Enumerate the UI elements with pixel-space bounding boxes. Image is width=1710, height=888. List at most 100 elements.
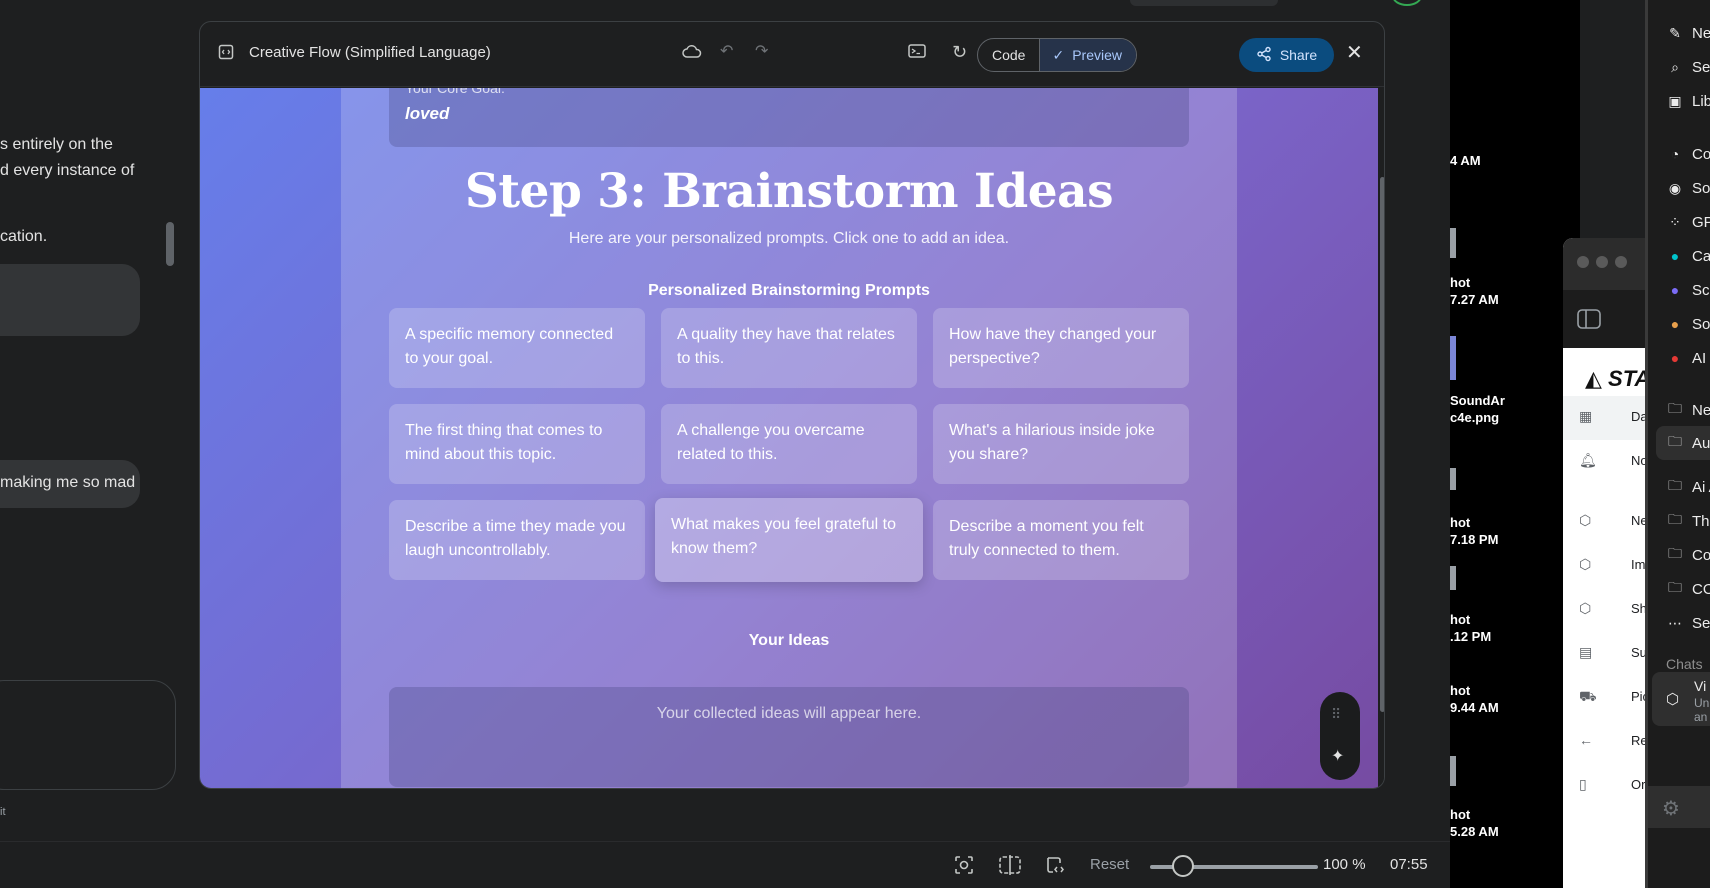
canvas-window: Creative Flow (Simplified Language) ↶ ↷ … <box>199 21 1385 789</box>
redo-icon[interactable]: ↷ <box>755 42 768 62</box>
settings-area: ⚙ <box>1648 786 1710 828</box>
sidebar-item-project[interactable]: 🗀︎ Coo <box>1666 545 1710 565</box>
desktop-file-thumbnail[interactable] <box>1450 468 1456 490</box>
code-tab-button[interactable]: Code <box>978 39 1039 71</box>
sidebar-item-gpt[interactable]: ● Scri <box>1666 280 1710 300</box>
sidebar-item-label: New <box>1692 24 1710 42</box>
close-icon[interactable]: ✕ <box>1346 43 1363 63</box>
sidebar-item-gpt[interactable]: ● AI H <box>1666 348 1710 368</box>
clipboard-icon: ▯ <box>1579 776 1587 792</box>
zoom-slider-handle[interactable] <box>1172 855 1194 877</box>
window-close-button[interactable] <box>1577 256 1589 268</box>
chat-panel: s entirely on the d every instance of ca… <box>0 0 200 840</box>
project-chat-icon: ⬡ <box>1666 691 1680 708</box>
sidebar-item-label: New <box>1692 401 1710 419</box>
prompt-card[interactable]: A specific memory connected to your goal… <box>389 308 645 388</box>
sidebar-item-label: See <box>1692 614 1710 632</box>
window-minimize-button[interactable] <box>1596 256 1608 268</box>
refresh-icon[interactable]: ↻ <box>952 42 967 62</box>
app-icon: ● <box>1670 282 1680 298</box>
cloud-save-icon[interactable] <box>682 44 702 66</box>
sparkle-edit-icon[interactable]: ✦ <box>1331 746 1344 766</box>
sidebar-item-label: Cod <box>1692 145 1710 163</box>
prompt-card[interactable]: A challenge you overcame related to this… <box>661 404 917 484</box>
prompt-card[interactable]: How have they changed your perspective? <box>933 308 1189 388</box>
preview-tab-label: Preview <box>1072 47 1122 63</box>
desktop-file-thumbnail[interactable] <box>1450 756 1456 786</box>
sidebar-item-new-project[interactable]: 🗀︎ New <box>1666 400 1710 420</box>
sidebar-item-search[interactable]: ⌕ Sea <box>1666 57 1710 77</box>
folder-icon: 🗀︎ <box>1668 477 1682 493</box>
chat-scrollbar[interactable] <box>166 222 174 266</box>
sidebar-item-project[interactable]: 🗀︎ Ai A <box>1666 477 1710 497</box>
bottom-toolbar: Reset 100 % 07:55 <box>0 841 1450 888</box>
drag-handle-icon[interactable]: ⠿ <box>1331 706 1341 723</box>
chat-text-line: s entirely on the <box>0 136 113 153</box>
sidebar-item-gpt[interactable]: ● Can <box>1666 246 1710 266</box>
split-view-icon[interactable] <box>998 854 1022 881</box>
sidebar-item-see-more[interactable]: ⋯ See <box>1666 613 1710 633</box>
sidebar-item-label: GPT <box>1692 213 1710 231</box>
share-label: Share <box>1279 47 1318 63</box>
folder-icon: 🗀︎ <box>1668 545 1682 561</box>
code-select-icon[interactable] <box>1044 854 1066 881</box>
code-block-icon <box>218 44 234 66</box>
sora-icon: ◉ <box>1668 179 1682 196</box>
prompt-card[interactable]: What's a hilarious inside joke you share… <box>933 404 1189 484</box>
sidebar-item-sora[interactable]: ◉ Sor <box>1666 178 1710 198</box>
console-icon[interactable] <box>908 43 926 65</box>
sidebar-item-project[interactable]: 🗀︎ The <box>1666 511 1710 531</box>
box-icon: ⬡ <box>1579 556 1592 572</box>
preview-tab-button[interactable]: ✓ Preview <box>1039 39 1136 71</box>
store-icon: ▤ <box>1579 644 1593 660</box>
prompt-card[interactable]: Describe a time they made you laugh unco… <box>389 500 645 580</box>
sidebar-toggle-icon[interactable] <box>1577 309 1601 334</box>
desktop-file-thumbnail[interactable] <box>1450 228 1456 258</box>
box-icon: ⬡ <box>1579 512 1592 528</box>
folder-icon: 🗀︎ <box>1668 433 1682 449</box>
sidebar-item-project[interactable]: 🗀︎ CO <box>1666 579 1710 599</box>
user-message-bubble: making me so mad <box>0 460 140 508</box>
sidebar-item-label: Scri <box>1692 281 1710 299</box>
sidebar-item-gpt[interactable]: ● Son <box>1666 314 1710 334</box>
sidebar-item-gpts[interactable]: ⁘ GPT <box>1666 212 1710 232</box>
desktop-file-label: hot <box>1450 807 1471 822</box>
user-message-text: making me so mad <box>0 474 136 491</box>
desktop-file-label: 4 AM <box>1450 153 1481 168</box>
share-button[interactable]: Share <box>1239 38 1334 72</box>
chat-text-line: cation. <box>0 228 48 245</box>
sidebar-item-label: The <box>1692 512 1710 530</box>
sidebar-item-library[interactable]: ▣ Lib <box>1666 91 1710 111</box>
folder-icon: 🗀︎ <box>1668 511 1682 527</box>
reset-zoom-button[interactable]: Reset <box>1090 856 1129 873</box>
gear-icon[interactable]: ⚙ <box>1662 796 1680 821</box>
preview-scrollbar[interactable] <box>1380 177 1384 712</box>
chat-text-line: d every instance of <box>0 162 135 179</box>
desktop-background: 4 AM hot 7.27 AM SoundAr c4e.png hot 7.1… <box>1450 0 1580 888</box>
window-zoom-button[interactable] <box>1615 256 1627 268</box>
more-icon: ⋯ <box>1668 614 1682 631</box>
chat-list-item[interactable]: ⬡ Vi Un an <box>1652 672 1710 726</box>
screenshot-icon[interactable] <box>953 854 975 881</box>
desktop-file-thumbnail[interactable] <box>1450 566 1456 590</box>
sidebar-item-label: Ai A <box>1692 478 1710 496</box>
chat-input[interactable] <box>0 680 176 790</box>
sidebar-item-new-chat[interactable]: ✎ New <box>1666 23 1710 43</box>
undo-icon[interactable]: ↶ <box>720 42 733 62</box>
sidebar-item-project-selected[interactable]: 🗀︎ Aud <box>1656 426 1710 460</box>
avatar[interactable] <box>1392 0 1422 6</box>
chat-item-title: Vi <box>1694 678 1707 694</box>
desktop-file-label: 7.27 AM <box>1450 292 1499 307</box>
desktop-file-thumbnail[interactable] <box>1450 336 1456 380</box>
zoom-value: 100 % <box>1323 856 1366 873</box>
prompt-card-hovered[interactable]: What makes you feel grateful to know the… <box>655 498 923 582</box>
user-message-bubble <box>0 264 140 336</box>
sidebar-item-label: Sea <box>1692 58 1710 76</box>
prompt-card[interactable]: Describe a moment you felt truly connect… <box>933 500 1189 580</box>
chatgpt-sidebar: ✎ New ⌕ Sea ▣ Lib ◔ Cod ◉ Sor ⁘ GPT ● Can ● Scri… <box>1645 0 1710 888</box>
sidebar-item-codex[interactable]: ◔ Cod <box>1666 144 1710 164</box>
dashboard-icon: ▦ <box>1579 408 1593 424</box>
prompt-card[interactable]: The first thing that comes to mind about… <box>389 404 645 484</box>
prompt-card[interactable]: A quality they have that relates to this… <box>661 308 917 388</box>
canvas-title: Creative Flow (Simplified Language) <box>249 44 491 61</box>
